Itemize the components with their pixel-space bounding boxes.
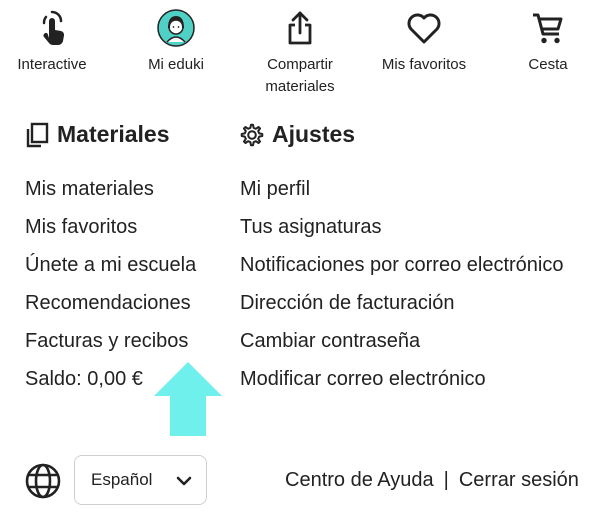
chevron-down-icon [176,476,192,486]
link-tus-asignaturas[interactable]: Tus asignaturas [240,208,564,246]
ajustes-heading: Ajustes [239,121,355,148]
link-recomendaciones[interactable]: Recomendaciones [25,284,196,322]
nav-mis-favoritos[interactable]: Mis favoritos [364,0,484,76]
avatar-icon [157,9,195,47]
nav-cesta[interactable]: Cesta [488,0,608,76]
nav-mi-eduki[interactable]: Mi eduki [116,0,236,76]
link-notificaciones-correo[interactable]: Notificaciones por correo electrónico [240,246,564,284]
link-unete-escuela[interactable]: Únete a mi escuela [25,246,196,284]
cart-icon [533,13,563,44]
link-modificar-correo[interactable]: Modificar correo electrónico [240,360,564,398]
nav-label: Compartir materiales [265,56,335,92]
footer-separator: | [443,469,449,491]
link-mis-materiales[interactable]: Mis materiales [25,170,196,208]
copy-icon [26,122,49,147]
top-navigation: Interactive Mi eduki Compartir materiale… [0,0,616,92]
link-mi-perfil[interactable]: Mi perfil [240,170,564,208]
language-select[interactable]: Español [74,455,207,505]
nav-label: Interactive [17,56,87,73]
nav-compartir-materiales[interactable]: Compartir materiales [240,0,360,92]
materiales-heading: Materiales [24,121,170,148]
nav-label: Cesta [528,56,568,73]
ajustes-links: Mi perfil Tus asignaturas Notificaciones… [240,170,564,398]
help-center-link[interactable]: Centro de Ayuda [285,469,434,491]
touch-hand-icon [42,10,65,46]
up-arrow-icon [154,362,222,436]
link-cambiar-contrasena[interactable]: Cambiar contraseña [240,322,564,360]
globe-icon [25,463,61,499]
heart-icon [407,13,441,44]
share-upload-icon [288,11,312,45]
language-value: Español [91,470,153,489]
ajustes-title: Ajustes [272,121,356,147]
footer-links: Centro de Ayuda | Cerrar sesión [285,466,579,494]
gear-icon [240,123,264,146]
materiales-title: Materiales [57,121,170,147]
logout-link[interactable]: Cerrar sesión [459,469,579,491]
nav-label: Mi eduki [148,56,204,73]
link-mis-favoritos[interactable]: Mis favoritos [25,208,196,246]
nav-label: Mis favoritos [381,56,467,73]
nav-interactive[interactable]: Interactive [0,0,112,76]
link-direccion-facturacion[interactable]: Dirección de facturación [240,284,564,322]
link-facturas-recibos[interactable]: Facturas y recibos [25,322,196,360]
